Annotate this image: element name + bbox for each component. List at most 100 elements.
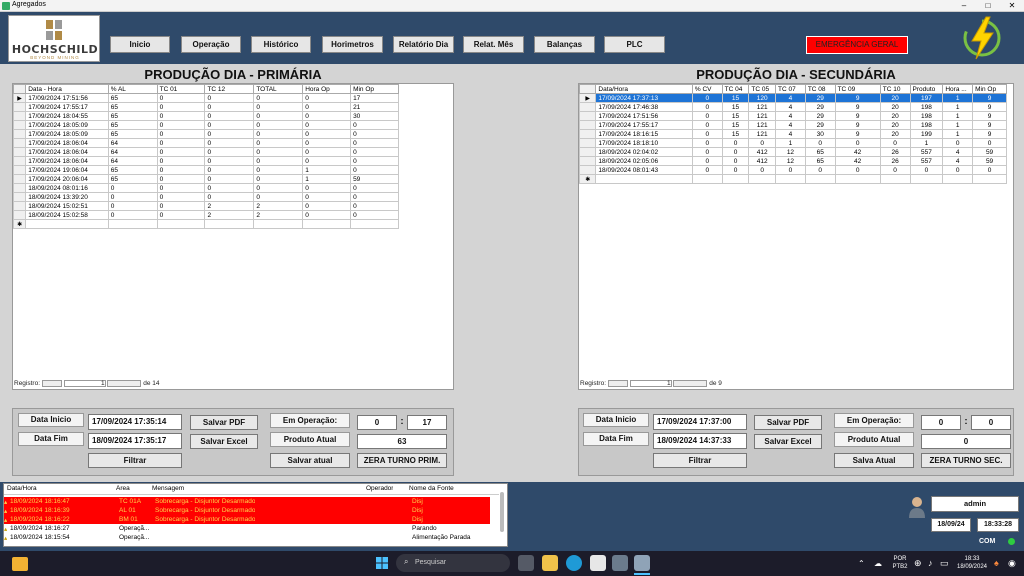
alarm-row[interactable]: ▴ 18/09/2024 18:16:27 Operaçã... Parando [4,524,490,533]
table-cell[interactable]: 0 [204,102,255,112]
row-selector[interactable] [12,192,27,202]
row-selector[interactable] [578,147,597,157]
table-cell[interactable]: 0 [253,102,304,112]
table-cell[interactable]: 20 [879,93,911,103]
table-cell[interactable] [721,174,750,184]
table-cell[interactable]: 17/09/2024 17:37:13 [595,93,693,103]
table-cell[interactable]: 0 [834,165,881,175]
table-cell[interactable]: 2 [253,201,304,211]
table-cell[interactable]: 0 [204,147,255,157]
table-cell[interactable]: 0 [156,165,206,175]
table-cell[interactable]: 20 [879,102,911,112]
table-cell[interactable]: 0 [156,156,206,166]
table-row[interactable]: 17/09/2024 17:46:38 0 15 121 4 29 9 20 198 1 9 [578,102,1007,112]
table-cell[interactable]: 0 [204,192,255,202]
table-cell[interactable]: 26 [879,156,911,166]
table-cell[interactable]: 17 [350,93,399,103]
table-cell[interactable]: 17/09/2024 19:06:04 [25,165,109,175]
cloud-icon[interactable]: ☁ [874,559,882,568]
table-cell[interactable]: 17/09/2024 18:18:10 [595,138,693,148]
table-cell[interactable]: 0 [156,93,206,103]
table-cell[interactable]: 0 [253,147,304,157]
table-cell[interactable]: 17/09/2024 18:05:09 [25,129,109,139]
next-last-record-button[interactable] [107,380,142,387]
table-cell[interactable]: 557 [909,147,944,157]
table-cell[interactable]: 20 [879,129,911,139]
alarm-row[interactable]: ▴ 18/09/2024 18:16:47 TC 01A Sobrecarga - D… [4,497,490,506]
table-cell[interactable]: 0 [721,147,750,157]
table-cell[interactable]: 0 [107,201,158,211]
table-cell[interactable]: 12 [775,147,806,157]
table-cell[interactable]: 4 [775,120,806,130]
table-cell[interactable]: 0 [350,138,399,148]
table-row[interactable]: 17/09/2024 17:51:56 0 15 121 4 29 9 20 198 1 9 [578,111,1007,121]
table-cell[interactable]: 9 [972,111,1007,121]
table-cell[interactable]: 0 [204,165,255,175]
table-row[interactable]: 18/09/2024 08:01:43 0 0 0 0 0 0 0 0 0 0 [578,165,1007,175]
table-cell[interactable]: 65 [107,165,158,175]
table-cell[interactable]: 59 [972,156,1007,166]
table-row[interactable]: 17/09/2024 18:16:15 0 15 121 4 30 9 20 199 1 9 [578,129,1007,139]
table-row[interactable]: 17/09/2024 18:05:09 65 0 0 0 0 0 [12,120,399,130]
row-selector[interactable] [12,174,27,184]
table-cell[interactable]: 0 [804,165,836,175]
network-icon[interactable]: ⊕ [914,558,922,569]
table-cell[interactable]: 65 [107,129,158,139]
table-cell[interactable]: 64 [107,138,158,148]
table-cell[interactable]: 42 [834,147,881,157]
table-cell[interactable]: 557 [909,156,944,166]
col-header[interactable]: TC 04 [721,84,750,94]
table-cell[interactable]: 18/09/2024 08:01:16 [25,183,109,193]
table-cell[interactable]: 0 [253,165,304,175]
table-cell[interactable]: 0 [302,192,352,202]
record-current[interactable]: 1 [629,380,672,387]
col-header[interactable]: TC 08 [804,84,836,94]
taskbar-search[interactable]: ⌕ Pesquisar [396,554,510,572]
table-cell[interactable]: 0 [107,183,158,193]
table-cell[interactable]: 0 [156,192,206,202]
table-cell[interactable]: 0 [204,120,255,130]
new-row[interactable]: ✱ [12,219,399,229]
col-header[interactable]: Produto [909,84,944,94]
close-button[interactable]: ✕ [1000,0,1024,12]
table-cell[interactable]: 30 [804,129,836,139]
table-cell[interactable]: 0 [721,165,750,175]
notification-bell-icon[interactable]: ♠ [994,558,999,568]
table-cell[interactable]: 9 [834,93,881,103]
row-selector[interactable] [12,147,27,157]
table-row[interactable]: 17/09/2024 17:55:17 0 15 121 4 29 9 20 198 1 9 [578,120,1007,130]
table-cell[interactable] [156,219,206,229]
table-cell[interactable]: 65 [107,120,158,130]
table-cell[interactable]: 18/09/2024 02:05:06 [595,156,693,166]
table-cell[interactable]: 65 [804,147,836,157]
data-inicio-field[interactable]: 17/09/2024 17:35:14 [88,414,182,430]
table-cell[interactable]: 1 [942,102,974,112]
table-row[interactable]: 18/09/2024 02:04:02 0 0 412 12 65 42 26 557 4 59 [578,147,1007,157]
table-cell[interactable]: 0 [350,183,399,193]
table-cell[interactable]: 0 [156,210,206,220]
col-header[interactable]: % CV [691,84,723,94]
emergency-button[interactable]: EMERGÊNCIA GERAL [806,36,908,54]
weather-icon[interactable] [12,557,28,571]
table-cell[interactable]: 4 [775,111,806,121]
filtrar-button[interactable]: Filtrar [88,453,182,468]
col-header[interactable]: TC 07 [775,84,806,94]
table-row[interactable]: 17/09/2024 18:06:04 64 0 0 0 0 0 [12,147,399,157]
col-header[interactable]: Hora Op [302,84,352,94]
alarm-row[interactable]: ▴ 18/09/2024 18:15:54 Operaçã... Alimentaçã… [4,533,490,542]
table-cell[interactable]: 0 [748,165,777,175]
table-cell[interactable]: 15 [721,102,750,112]
windows-start-icon[interactable] [376,557,388,569]
table-cell[interactable] [302,219,352,229]
table-cell[interactable]: 0 [804,138,836,148]
salvar-excel-button[interactable]: Salvar Excel [754,434,822,449]
table-row[interactable]: 18/09/2024 13:39:20 0 0 0 0 0 0 [12,192,399,202]
row-selector[interactable] [12,183,27,193]
table-cell[interactable]: 0 [350,156,399,166]
nav-horimetros-button[interactable]: Horimetros [322,36,383,53]
table-cell[interactable]: 0 [253,129,304,139]
table-cell[interactable]: 18/09/2024 08:01:43 [595,165,693,175]
zera-turno-prim-button[interactable]: ZERA TURNO PRIM. [357,453,447,468]
table-cell[interactable] [972,174,1007,184]
col-header[interactable]: Hora ... [942,84,974,94]
